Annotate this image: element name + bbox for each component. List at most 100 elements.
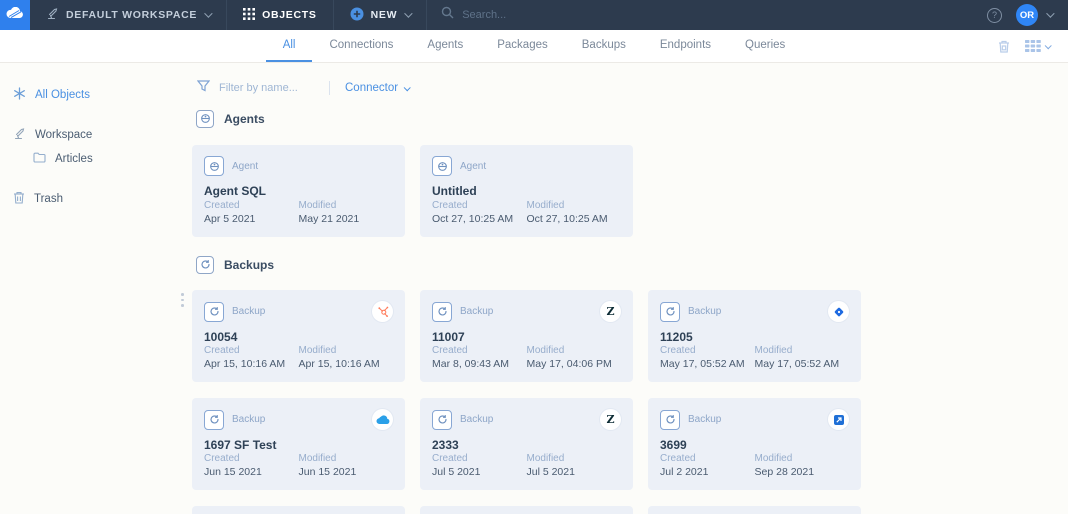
filter-row: Connector: [192, 80, 1068, 96]
card-type-label: Agent: [460, 161, 486, 172]
object-card-2333[interactable]: Backup Z 2333 Created Jul 5 2021 Modifie…: [420, 398, 633, 490]
card-type-label: Backup: [232, 306, 265, 317]
card-title: Agent SQL: [204, 184, 393, 198]
agents-card-grid: Agent Agent SQL Created Apr 5 2021 Modif…: [192, 145, 1068, 237]
modified-value: Jul 5 2021: [527, 466, 622, 479]
object-card-partial[interactable]: [192, 506, 405, 514]
chevron-down-icon: [1045, 42, 1052, 49]
created-label: Created: [432, 453, 527, 466]
card-type-label: Backup: [688, 306, 721, 317]
chevron-down-icon[interactable]: [1046, 9, 1054, 17]
section-header-agents: Agents: [196, 109, 1068, 128]
chevron-down-icon: [404, 84, 411, 91]
modified-label: Modified: [299, 453, 394, 466]
tab-queries[interactable]: Queries: [728, 30, 802, 62]
chevron-down-icon: [404, 9, 412, 17]
backup-restore-icon: [196, 256, 214, 274]
sidebar-label: All Objects: [35, 89, 90, 101]
created-value: Apr 5 2021: [204, 213, 299, 226]
modified-value: May 17, 04:06 PM: [527, 358, 622, 371]
card-title: 1697 SF Test: [204, 438, 393, 452]
created-label: Created: [432, 345, 527, 358]
search-input[interactable]: [462, 9, 682, 21]
global-search: [427, 0, 987, 30]
tab-backups[interactable]: Backups: [565, 30, 643, 62]
salesforce-icon: [372, 409, 393, 430]
tab-actions: [997, 30, 1068, 62]
modified-label: Modified: [299, 345, 394, 358]
section-title: Agents: [224, 112, 265, 126]
section-drag-handle[interactable]: [179, 291, 186, 309]
modified-value: Jun 15 2021: [299, 466, 394, 479]
connector-filter-dropdown[interactable]: Connector: [345, 82, 409, 94]
tab-connections[interactable]: Connections: [312, 30, 410, 62]
object-card-agent-sql[interactable]: Agent Agent SQL Created Apr 5 2021 Modif…: [192, 145, 405, 237]
object-card-10054[interactable]: Backup 10054 Created Apr 15, 10:16 AM Mo…: [192, 290, 405, 382]
trash-icon[interactable]: [997, 39, 1011, 54]
help-icon[interactable]: ?: [987, 8, 1002, 23]
sidebar-item-workspace[interactable]: Workspace: [13, 127, 192, 143]
sidebar-label: Trash: [34, 193, 63, 205]
card-type-label: Backup: [688, 414, 721, 425]
modified-label: Modified: [527, 200, 622, 213]
agent-icon: [204, 156, 224, 176]
modified-value: May 17, 05:52 AM: [755, 358, 850, 371]
app-logo[interactable]: [0, 0, 30, 30]
section-header-backups: Backups: [196, 255, 1068, 274]
tab-agents[interactable]: Agents: [410, 30, 480, 62]
backup-restore-icon: [204, 302, 224, 322]
created-value: Jun 15 2021: [204, 466, 299, 479]
object-card-partial[interactable]: [420, 506, 633, 514]
folder-icon: [33, 152, 46, 166]
sidebar-item-all-objects[interactable]: All Objects: [13, 87, 192, 103]
sidebar-item-articles[interactable]: Articles: [33, 152, 192, 166]
object-tabs-bar: All Connections Agents Packages Backups …: [0, 30, 1068, 63]
workspace-rocket-icon: [13, 127, 26, 143]
object-card-3699[interactable]: Backup 3699 Created Jul 2 2021 Modified …: [648, 398, 861, 490]
tab-endpoints[interactable]: Endpoints: [643, 30, 728, 62]
card-title: 11205: [660, 330, 849, 344]
card-type-label: Backup: [460, 414, 493, 425]
tabs: All Connections Agents Packages Backups …: [0, 30, 1068, 62]
workspace-rocket-icon: [46, 7, 59, 23]
created-value: May 17, 05:52 AM: [660, 358, 755, 371]
created-value: Jul 2 2021: [660, 466, 755, 479]
topbar-right: ? OR: [987, 0, 1068, 30]
new-button[interactable]: NEW: [334, 0, 428, 30]
objects-label: OBJECTS: [262, 9, 317, 21]
card-title: 3699: [660, 438, 849, 452]
asterisk-icon: [13, 87, 26, 103]
modified-label: Modified: [527, 453, 622, 466]
workspace-switcher[interactable]: DEFAULT WORKSPACE: [30, 0, 227, 30]
tab-all[interactable]: All: [266, 30, 313, 62]
card-title: 2333: [432, 438, 621, 452]
sidebar-item-trash[interactable]: Trash: [13, 191, 192, 207]
created-label: Created: [204, 453, 299, 466]
modified-value: Sep 28 2021: [755, 466, 850, 479]
created-label: Created: [660, 453, 755, 466]
modified-label: Modified: [755, 453, 850, 466]
created-value: Jul 5 2021: [432, 466, 527, 479]
filter-by-name-input[interactable]: [219, 82, 314, 94]
modified-value: May 21 2021: [299, 213, 394, 226]
object-card-11205[interactable]: Backup 11205 Created May 17, 05:52 AM Mo…: [648, 290, 861, 382]
tab-packages[interactable]: Packages: [480, 30, 565, 62]
view-grid-icon[interactable]: [1025, 39, 1050, 53]
grid-icon: [243, 8, 255, 23]
object-card-untitled[interactable]: Agent Untitled Created Oct 27, 10:25 AM …: [420, 145, 633, 237]
objects-menu-button[interactable]: OBJECTS: [227, 0, 334, 30]
card-title: Untitled: [432, 184, 621, 198]
diamond-connector-icon: [828, 301, 849, 322]
card-type-label: Backup: [460, 306, 493, 317]
main-panel: Connector Agents Agent Agent SQL: [192, 63, 1068, 514]
card-title: 11007: [432, 330, 621, 344]
object-card-partial[interactable]: [648, 506, 861, 514]
object-card-11007[interactable]: Backup Z 11007 Created Mar 8, 09:43 AM M…: [420, 290, 633, 382]
modified-value: Oct 27, 10:25 AM: [527, 213, 622, 226]
card-type-label: Backup: [232, 414, 265, 425]
avatar[interactable]: OR: [1016, 4, 1038, 26]
agent-icon: [432, 156, 452, 176]
new-label: NEW: [371, 9, 398, 21]
object-card-1697-sf-test[interactable]: Backup 1697 SF Test Created Jun 15 2021 …: [192, 398, 405, 490]
filter-funnel-icon: [197, 79, 210, 97]
